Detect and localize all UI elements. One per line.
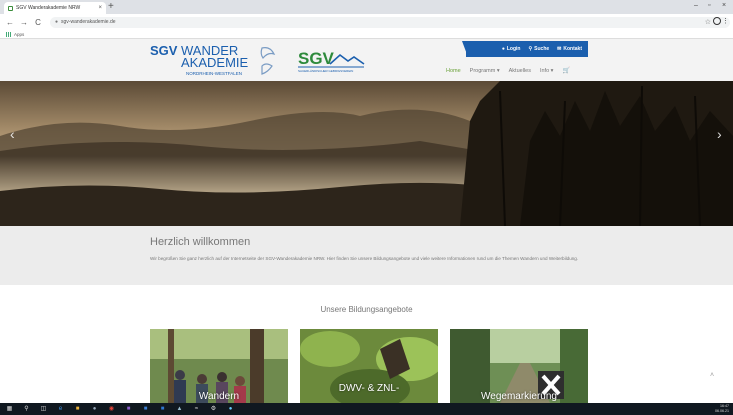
browser-tab[interactable]: SGV Wanderakademie NRW ×	[4, 2, 106, 14]
contact-label: Kontakt	[563, 46, 582, 52]
cart-icon[interactable]: 🛒	[562, 67, 569, 74]
app-icon[interactable]: ■	[125, 406, 132, 413]
windows-start-icon[interactable]: ▦	[6, 406, 13, 413]
login-link[interactable]: ● Login	[502, 46, 521, 52]
search-taskbar-icon[interactable]: ⚲	[23, 406, 30, 413]
nav-programm[interactable]: Programm ▾	[470, 68, 500, 74]
offer-card-label: DWV- & ZNL-	[338, 383, 400, 394]
settings-icon[interactable]: ⚙	[210, 406, 217, 413]
back-button[interactable]: ←	[6, 18, 14, 27]
nav-aktuelles[interactable]: Aktuelles	[509, 68, 531, 74]
sgv-logo[interactable]: SGV SAUERLÄNDISCHER GEBIRGSVEREIN	[296, 47, 366, 75]
window-close-button[interactable]: ×	[722, 2, 726, 9]
offers-title: Unsere Bildungsangebote	[320, 305, 413, 314]
offer-card-dwv-znl[interactable]: DWV- & ZNL-	[300, 329, 438, 403]
favicon-icon	[8, 5, 13, 11]
bookmarks-bar: Apps	[0, 30, 733, 39]
welcome-text: Wir begrüßen Sie ganz herzlich auf der I…	[150, 256, 579, 261]
slider-prev-arrow[interactable]: ‹	[10, 126, 15, 142]
address-bar[interactable]: ● sgv-wanderakademie.de	[50, 16, 730, 28]
site-header: SGV WANDER AKADEMIE NORDRHEIN-WESTFALEN …	[0, 39, 733, 81]
reload-button[interactable]: C	[34, 18, 42, 27]
tab-close-icon[interactable]: ×	[98, 5, 102, 11]
app2-icon[interactable]: ●	[227, 406, 234, 413]
store-icon[interactable]: ●	[91, 406, 98, 413]
hero-image	[0, 81, 733, 226]
offer-card-wegemarkierung[interactable]: Wegemarkierung	[450, 329, 588, 403]
sgv-logo-text: SGV	[298, 49, 335, 68]
browser-toolbar: ← → C ● sgv-wanderakademie.de	[0, 14, 733, 30]
search-label: Suche	[534, 46, 550, 52]
edge-icon[interactable]: e	[57, 406, 64, 413]
browser-menu-icon[interactable]: ⋮	[722, 17, 729, 25]
tab-title: SGV Wanderakademie NRW	[16, 5, 81, 11]
scroll-to-top-button[interactable]: ˄	[710, 372, 714, 379]
contact-link[interactable]: ✉ Kontakt	[557, 46, 582, 52]
browser-tabstrip: SGV Wanderakademie NRW × + – ▫ ×	[0, 0, 733, 14]
wanderakademie-logo[interactable]: SGV WANDER AKADEMIE NORDRHEIN-WESTFALEN	[150, 42, 280, 78]
taskbar-clock[interactable]: 16:47 06.06.21	[715, 404, 729, 414]
topbar: ● Login ⚲ Suche ✉ Kontakt	[466, 41, 588, 57]
chrome-icon[interactable]: ◉	[108, 406, 115, 413]
slider-next-arrow[interactable]: ›	[717, 126, 722, 142]
offer-card-label: Wandern	[198, 391, 240, 402]
forward-button[interactable]: →	[20, 18, 28, 27]
offer-card-label: Wegemarkierung	[481, 391, 557, 402]
welcome-section: Herzlich willkommen Wir begrüßen Sie gan…	[0, 226, 733, 285]
envelope-icon: ✉	[557, 46, 562, 52]
word-icon[interactable]: ■	[142, 406, 149, 413]
maximize-button[interactable]: ▫	[708, 2, 710, 9]
offer-card-wandern[interactable]: Wandern	[150, 329, 288, 403]
nav-info[interactable]: Info ▾	[540, 68, 553, 74]
lock-icon: ●	[55, 19, 59, 25]
outlook-icon[interactable]: ■	[159, 406, 166, 413]
new-tab-button[interactable]: +	[108, 1, 114, 12]
nav-home[interactable]: Home	[446, 68, 461, 74]
hero-slider	[0, 81, 733, 226]
apps-grid-icon[interactable]	[6, 31, 11, 37]
os-taskbar: ▦ ⚲ ◫ e ■ ● ◉ ■ ■ ■ ▲ ≈ ⚙ ●	[0, 403, 733, 415]
bookmark-apps[interactable]: Apps	[14, 32, 24, 37]
address-url[interactable]: sgv-wanderakademie.de	[61, 19, 115, 25]
logo-sgv-text: SGV	[150, 43, 178, 58]
task-view-icon[interactable]: ◫	[40, 406, 47, 413]
search-link[interactable]: ⚲ Suche	[528, 46, 549, 52]
login-label: Login	[506, 46, 521, 52]
search-icon: ⚲	[528, 46, 533, 52]
clock-date: 06.06.21	[715, 409, 729, 413]
main-nav: Home Programm ▾ Aktuelles Info ▾ 🛒	[446, 67, 570, 75]
logo-akademie-text: AKADEMIE	[181, 55, 249, 70]
file-explorer-icon[interactable]: ■	[74, 406, 81, 413]
logo-nrw-text: NORDRHEIN-WESTFALEN	[186, 71, 242, 76]
wifi-icon[interactable]: ≈	[193, 406, 200, 413]
user-icon: ●	[501, 46, 505, 52]
minimize-button[interactable]: –	[694, 2, 698, 9]
welcome-title: Herzlich willkommen	[150, 236, 251, 248]
bookmark-star-icon[interactable]: ☆	[705, 18, 711, 26]
sgv-logo-subtitle: SAUERLÄNDISCHER GEBIRGSVEREIN	[298, 69, 353, 73]
account-icon[interactable]	[713, 17, 721, 25]
network-icon[interactable]: ▲	[176, 406, 183, 413]
